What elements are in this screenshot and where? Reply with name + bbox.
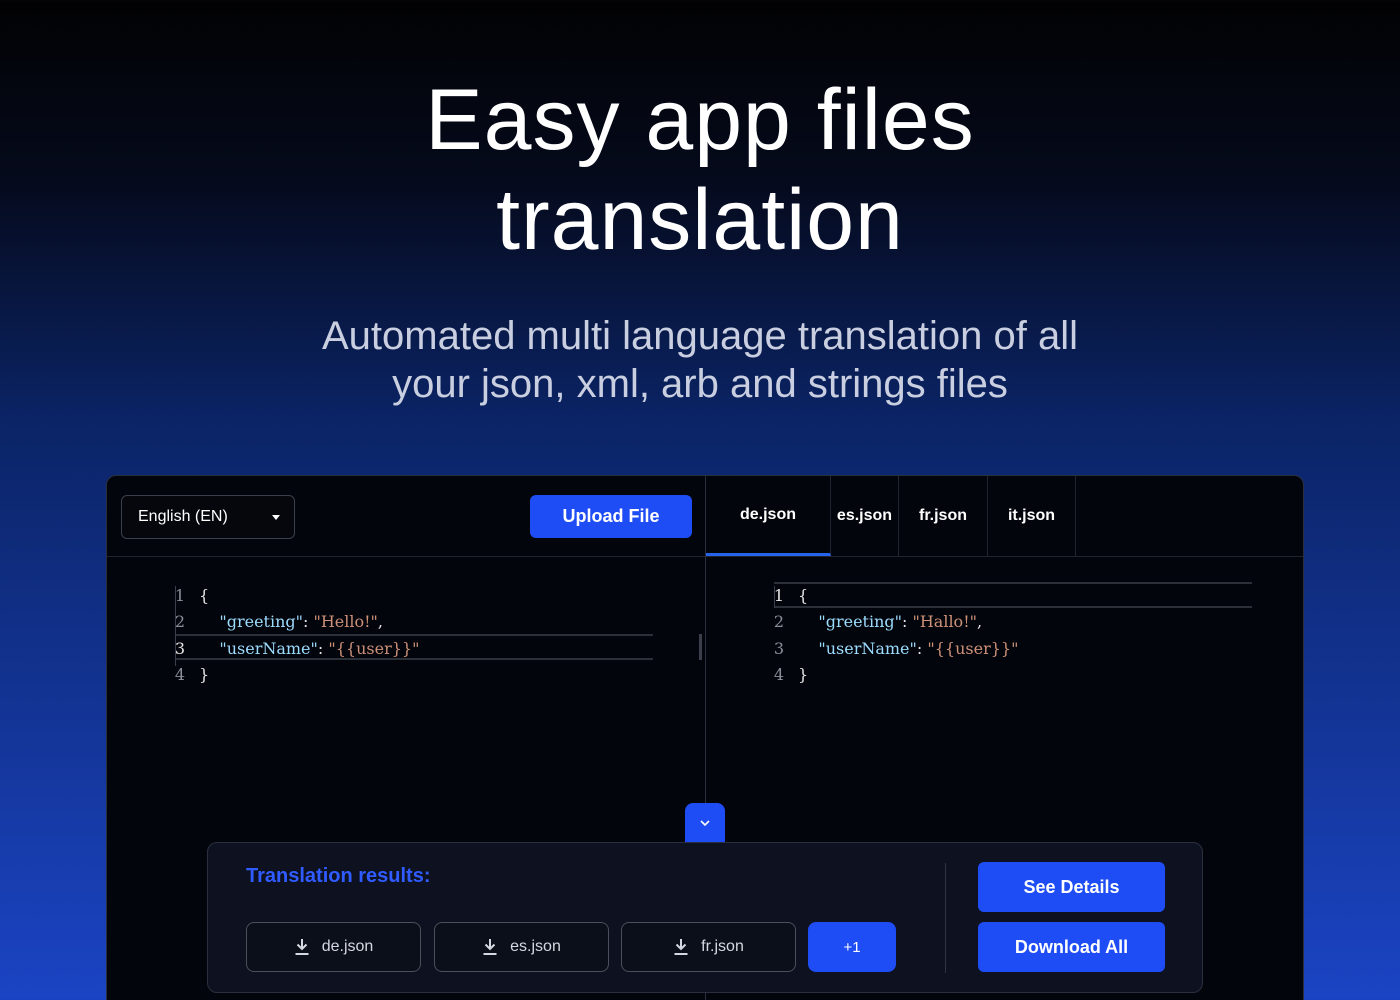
source-toolbar: English (EN) Upload File (107, 476, 705, 557)
json-value: "{{user}}" (927, 638, 1019, 658)
close-brace: } (199, 665, 210, 685)
line-number: 2 (174, 612, 185, 632)
hero-subtitle-line-2: your json, xml, arb and strings files (392, 362, 1008, 406)
file-tabs: de.json es.json fr.json it.json (706, 476, 1076, 556)
line-number: 1 (773, 585, 784, 605)
line-number: 1 (174, 585, 185, 605)
code-line: 4 } (742, 662, 1018, 689)
code-line: 1 { (143, 582, 419, 609)
open-brace: { (798, 585, 809, 605)
download-fr-json-button[interactable]: fr.json (621, 922, 796, 972)
hero-title-line-2: translation (496, 172, 904, 268)
file-name: fr.json (701, 938, 744, 955)
chevron-down-icon (700, 820, 710, 827)
code-line: 4 } (143, 662, 419, 689)
code-line: 3 "userName": "{{user}}" (143, 635, 420, 662)
code-line: 2 "greeting": "Hallo!", (742, 609, 1018, 636)
json-key: "userName" (818, 638, 917, 658)
json-value: "Hallo!" (912, 612, 977, 632)
open-brace: { (199, 585, 210, 605)
download-icon (295, 939, 309, 955)
see-details-button[interactable]: See Details (978, 862, 1165, 912)
line-number: 3 (174, 638, 185, 658)
json-key: "greeting" (818, 612, 902, 632)
translation-results-panel: Translation results: de.json es.json fr.… (207, 842, 1203, 993)
caret-down-icon (272, 515, 280, 520)
source-language-select[interactable]: English (EN) (121, 495, 295, 539)
results-title: Translation results: (246, 865, 431, 887)
download-icon (483, 939, 497, 955)
json-value: "{{user}}" (328, 638, 420, 658)
hero-title: Easy app files translation (0, 70, 1400, 270)
collapse-results-button[interactable] (685, 803, 725, 843)
more-files-button[interactable]: +1 (808, 922, 896, 972)
code-line: 3 "userName": "{{user}}" (742, 635, 1019, 662)
close-brace: } (798, 665, 809, 685)
line-number: 4 (174, 665, 185, 685)
line-number: 2 (773, 612, 784, 632)
upload-file-button[interactable]: Upload File (530, 495, 692, 538)
download-all-button[interactable]: Download All (978, 922, 1165, 972)
line-number: 4 (773, 665, 784, 685)
hero-title-line-1: Easy app files (425, 72, 975, 168)
json-value: "Hello!" (313, 612, 378, 632)
scroll-marker (699, 634, 702, 660)
code-line: 1 { (742, 582, 1018, 609)
hero-subtitle-line-1: Automated multi language translation of … (321, 314, 1078, 358)
source-language-value: English (EN) (138, 508, 228, 525)
download-es-json-button[interactable]: es.json (434, 922, 609, 972)
tabs-divider (706, 556, 1303, 557)
tab-de-json[interactable]: de.json (706, 476, 831, 556)
json-key: "userName" (219, 638, 318, 658)
line-number: 3 (773, 638, 784, 658)
tab-fr-json[interactable]: fr.json (899, 476, 988, 556)
tab-it-json[interactable]: it.json (988, 476, 1076, 556)
hero-subtitle: Automated multi language translation of … (0, 312, 1400, 408)
translated-code-editor[interactable]: 1 { 2 "greeting": "Hallo!", 3 "userName"… (742, 582, 1019, 689)
source-code-editor[interactable]: 1 { 2 "greeting": "Hello!", 3 "userName"… (143, 582, 420, 689)
tab-es-json[interactable]: es.json (831, 476, 899, 556)
file-name: de.json (321, 938, 374, 955)
file-name: es.json (510, 938, 561, 955)
results-divider (945, 863, 946, 973)
download-de-json-button[interactable]: de.json (246, 922, 421, 972)
json-key: "greeting" (219, 612, 303, 632)
download-icon (674, 939, 688, 955)
code-line: 2 "greeting": "Hello!", (143, 609, 419, 636)
